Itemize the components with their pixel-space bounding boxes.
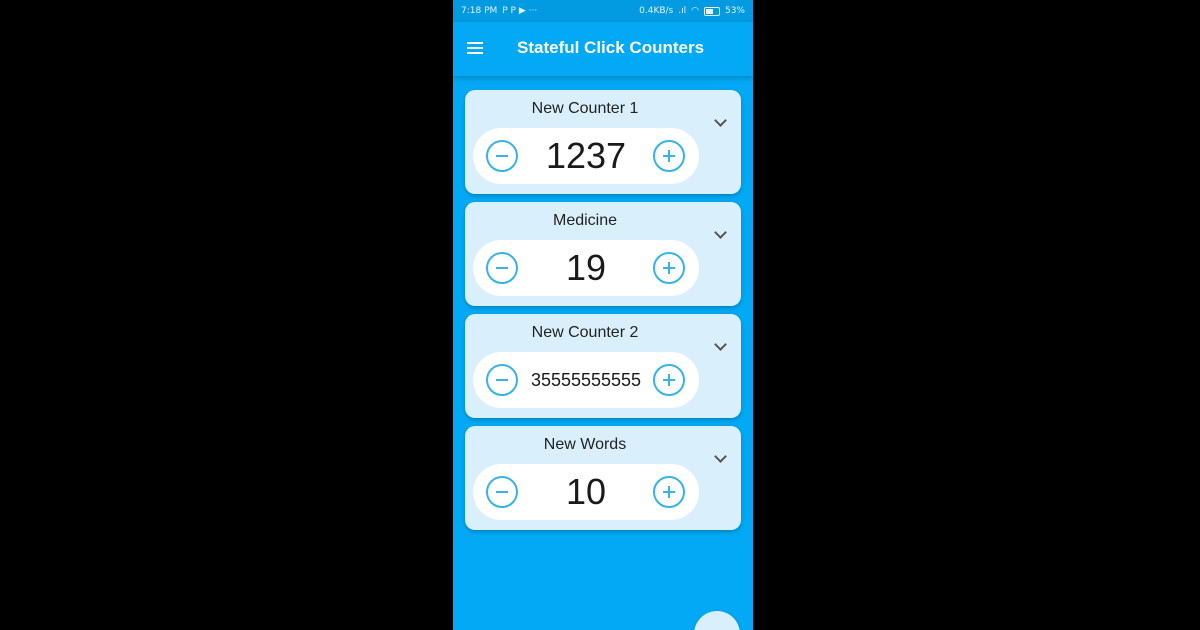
battery-icon [703,6,720,16]
signal-icon: .ıl [678,6,687,16]
app-bar: Stateful Click Counters [453,22,753,76]
counter-control: 19 [473,240,699,296]
chevron-down-icon[interactable] [714,226,727,239]
notification-icons: P P ▶ ··· [502,6,538,16]
counter-value: 19 [565,247,607,288]
counter-control: 1237 [473,128,699,184]
app-title: Stateful Click Counters [517,38,705,57]
increment-button[interactable] [653,364,685,396]
increment-button[interactable] [653,252,685,284]
counter-value: 1237 [545,135,627,176]
counter-card: New Counter 1 1237 [465,90,741,194]
counter-control: 10 [473,464,699,520]
decrement-button[interactable] [486,140,518,172]
counter-name: New Counter 2 [531,324,639,341]
decrement-button[interactable] [486,476,518,508]
chevron-down-icon[interactable] [714,114,727,127]
decrement-button[interactable] [486,364,518,396]
counter-card: Medicine 19 [465,202,741,306]
chevron-down-icon[interactable] [714,338,727,351]
counter-value: 35555555555 [530,370,642,390]
increment-button[interactable] [653,140,685,172]
counter-card: New Counter 2 35555555555 [465,314,741,418]
phone-screen: 7:18 PM P P ▶ ··· 0.4KB/s .ıl ◠ 53% Stat… [453,0,753,630]
counter-name: Medicine [552,212,618,229]
counter-name: New Counter 1 [531,100,639,117]
menu-icon[interactable] [467,42,485,56]
counter-card: New Words 10 [465,426,741,530]
wifi-icon: ◠ [691,6,699,16]
counter-value: 10 [565,471,607,512]
status-right: 0.4KB/s .ıl ◠ 53% [639,6,745,16]
status-left: 7:18 PM P P ▶ ··· [461,6,537,16]
increment-button[interactable] [653,476,685,508]
add-counter-button[interactable] [694,611,740,630]
counter-name: New Words [543,436,627,453]
status-bar: 7:18 PM P P ▶ ··· 0.4KB/s .ıl ◠ 53% [453,0,753,22]
counter-control: 35555555555 [473,352,699,408]
chevron-down-icon[interactable] [714,450,727,463]
battery-percent: 53% [724,6,745,16]
decrement-button[interactable] [486,252,518,284]
network-speed: 0.4KB/s [639,6,674,16]
status-time: 7:18 PM [461,6,498,16]
